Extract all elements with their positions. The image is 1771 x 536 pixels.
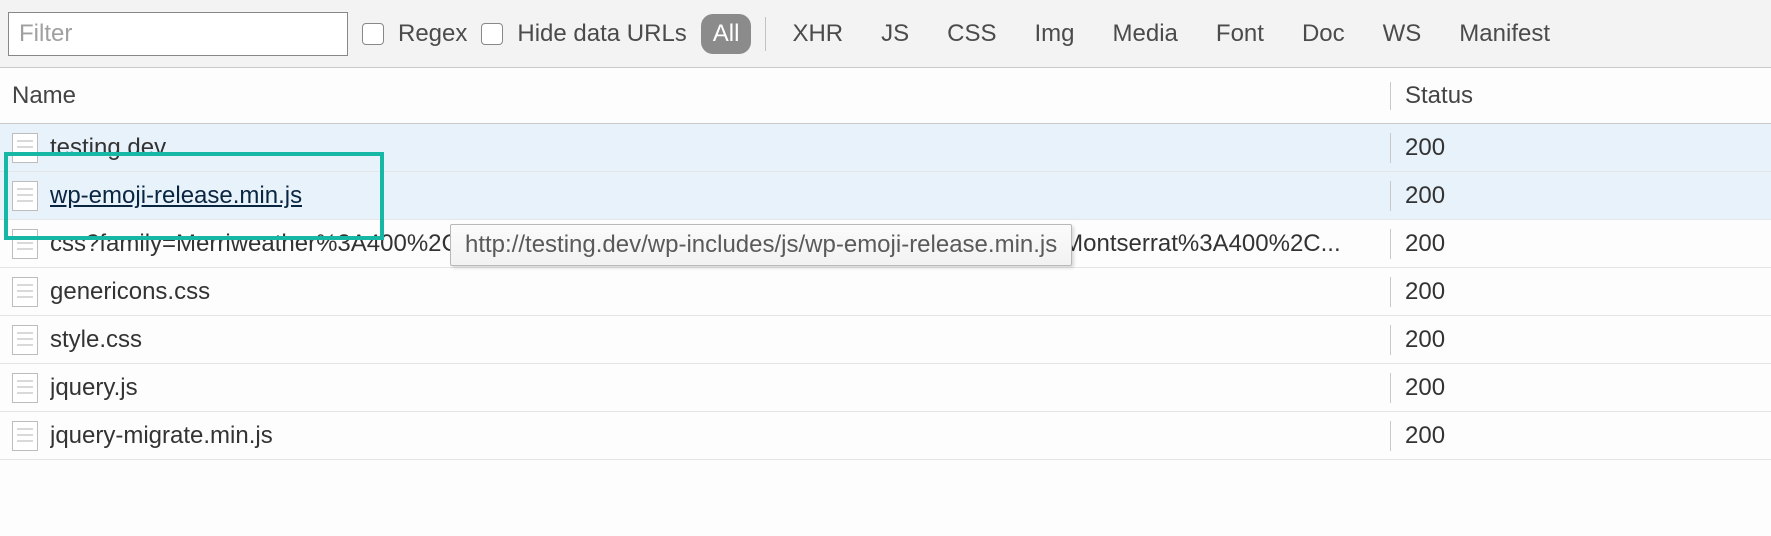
table-row[interactable]: testing.dev 200: [0, 124, 1771, 172]
request-name[interactable]: testing.dev: [50, 134, 166, 162]
file-icon: [12, 229, 38, 259]
cell-status: 200: [1391, 278, 1771, 306]
file-icon: [12, 421, 38, 451]
table-header: Name Status: [0, 68, 1771, 124]
cell-name: genericons.css: [0, 277, 1391, 307]
regex-checkbox[interactable]: [362, 23, 384, 45]
filter-pill-font[interactable]: Font: [1204, 14, 1276, 54]
hide-data-urls-checkbox[interactable]: [481, 23, 503, 45]
url-tooltip: http://testing.dev/wp-includes/js/wp-emo…: [450, 224, 1072, 266]
table-row[interactable]: jquery.js 200: [0, 364, 1771, 412]
cell-name: jquery.js: [0, 373, 1391, 403]
cell-status: 200: [1391, 326, 1771, 354]
filter-divider: [765, 17, 766, 51]
table-row[interactable]: style.css 200: [0, 316, 1771, 364]
cell-status: 200: [1391, 230, 1771, 258]
filter-input[interactable]: [8, 12, 348, 56]
file-icon: [12, 133, 38, 163]
filter-pill-css[interactable]: CSS: [935, 14, 1008, 54]
file-icon: [12, 181, 38, 211]
request-name[interactable]: genericons.css: [50, 278, 210, 306]
cell-name: jquery-migrate.min.js: [0, 421, 1391, 451]
request-name[interactable]: style.css: [50, 326, 142, 354]
filter-pill-js[interactable]: JS: [869, 14, 921, 54]
table-row[interactable]: genericons.css 200: [0, 268, 1771, 316]
filter-pill-manifest[interactable]: Manifest: [1447, 14, 1562, 54]
file-icon: [12, 277, 38, 307]
request-name[interactable]: wp-emoji-release.min.js: [50, 182, 302, 210]
col-header-name[interactable]: Name: [0, 82, 1391, 110]
col-header-status[interactable]: Status: [1391, 82, 1771, 110]
col-header-name-label: Name: [12, 82, 76, 110]
col-header-status-label: Status: [1405, 82, 1473, 109]
cell-name: testing.dev: [0, 133, 1391, 163]
filter-toolbar: Regex Hide data URLs All XHR JS CSS Img Media…: [0, 0, 1771, 68]
filter-pill-doc[interactable]: Doc: [1290, 14, 1357, 54]
filter-pill-img[interactable]: Img: [1023, 14, 1087, 54]
filter-pill-all[interactable]: All: [701, 14, 752, 54]
cell-status: 200: [1391, 422, 1771, 450]
table-row[interactable]: wp-emoji-release.min.js 200: [0, 172, 1771, 220]
file-icon: [12, 373, 38, 403]
table-row[interactable]: jquery-migrate.min.js 200: [0, 412, 1771, 460]
filter-pill-media[interactable]: Media: [1101, 14, 1190, 54]
file-icon: [12, 325, 38, 355]
filter-pill-xhr[interactable]: XHR: [780, 14, 855, 54]
cell-name: style.css: [0, 325, 1391, 355]
network-table: Name Status testing.dev200wp-emoji-relea…: [0, 68, 1771, 460]
hide-data-urls-label: Hide data URLs: [517, 20, 686, 48]
request-name[interactable]: jquery.js: [50, 374, 138, 402]
cell-name: wp-emoji-release.min.js: [0, 181, 1391, 211]
regex-label: Regex: [398, 20, 467, 48]
cell-status: 200: [1391, 134, 1771, 162]
cell-status: 200: [1391, 374, 1771, 402]
request-name[interactable]: jquery-migrate.min.js: [50, 422, 273, 450]
cell-status: 200: [1391, 182, 1771, 210]
filter-pill-ws[interactable]: WS: [1371, 14, 1434, 54]
